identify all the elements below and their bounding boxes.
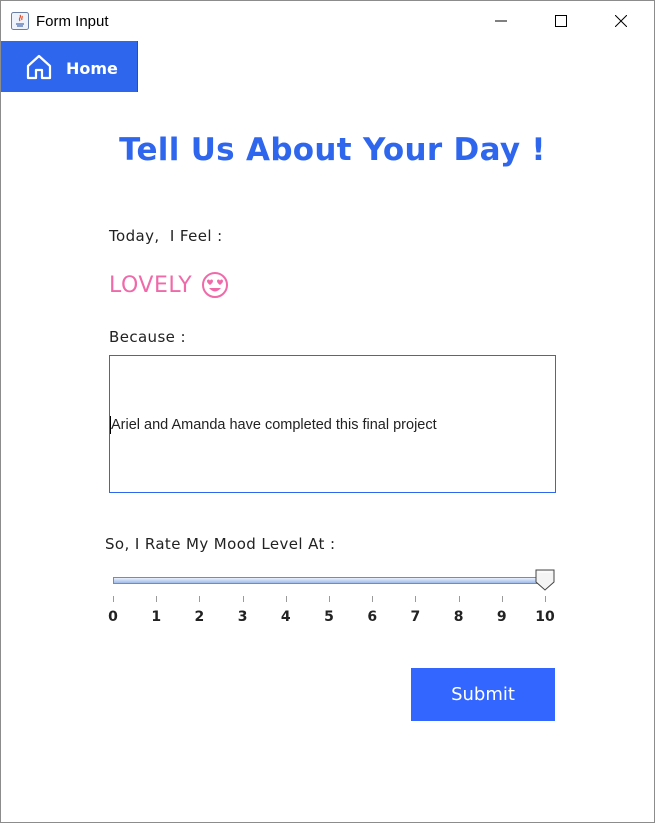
window-title: Form Input <box>36 13 109 30</box>
slider-tick-label: 7 <box>410 609 421 625</box>
slider-tick <box>199 596 201 602</box>
mood-slider-fill <box>114 578 550 583</box>
close-button[interactable] <box>591 1 651 41</box>
home-button[interactable]: Home <box>1 41 138 92</box>
title-bar: Form Input <box>1 1 654 41</box>
minimize-icon <box>495 20 507 22</box>
slider-tick <box>329 596 330 602</box>
slider-tick-label: 9 <box>496 609 507 625</box>
slider-tick-label: 5 <box>324 609 334 625</box>
submit-button[interactable]: Submit <box>411 668 555 721</box>
slider-tick-label: 3 <box>237 609 248 625</box>
slider-tick-label: 6 <box>367 609 378 625</box>
page-title: Tell Us About Your Day ! <box>119 132 546 168</box>
reason-textarea[interactable]: Ariel and Amanda have completed this fin… <box>109 355 556 493</box>
maximize-button[interactable] <box>531 1 591 41</box>
feel-label: Today, I Feel : <box>109 227 223 245</box>
mood-slider-thumb[interactable] <box>535 569 555 591</box>
slider-tick <box>458 596 460 602</box>
slider-tick-label: 2 <box>194 609 205 625</box>
heart-eyes-emoji-icon <box>202 272 229 298</box>
slider-tick-label: 4 <box>280 609 291 625</box>
close-icon <box>615 15 627 27</box>
slider-tick <box>372 596 374 602</box>
because-label: Because : <box>109 328 186 346</box>
slider-tick <box>545 596 546 602</box>
java-app-icon <box>11 12 29 30</box>
slider-tick-label: 10 <box>535 609 555 625</box>
home-icon <box>26 54 52 80</box>
slider-tick <box>113 596 114 602</box>
home-button-label: Home <box>66 59 118 78</box>
slider-tick <box>501 596 503 602</box>
feeling-display: LOVELY <box>109 271 229 299</box>
reason-text: Ariel and Amanda have completed this fin… <box>111 417 437 433</box>
mood-slider-track[interactable] <box>113 577 551 584</box>
slider-tick <box>156 596 158 602</box>
rate-label: So, I Rate My Mood Level At : <box>105 535 336 553</box>
form-input-window: Form Input Home Tell Us About Your Day !… <box>0 0 655 823</box>
slider-tick <box>285 596 287 602</box>
maximize-icon <box>555 15 567 27</box>
slider-tick-label: 0 <box>108 609 118 625</box>
feeling-value: LOVELY <box>109 272 193 298</box>
slider-tick-label: 8 <box>453 609 464 625</box>
slider-tick-label: 1 <box>151 609 162 625</box>
minimize-button[interactable] <box>471 1 531 41</box>
slider-tick <box>415 596 417 602</box>
slider-tick <box>242 596 244 602</box>
